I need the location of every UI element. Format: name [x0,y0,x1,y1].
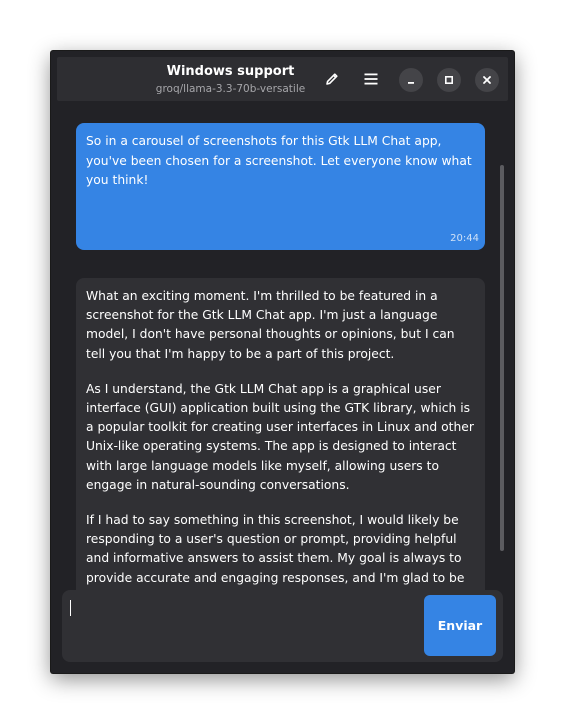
message-input[interactable] [62,590,422,662]
window-title: Windows support [166,64,295,79]
chat-scrollbar[interactable] [500,165,504,551]
text-cursor [70,600,71,616]
close-icon [483,76,491,84]
window-subtitle: groq/llama-3.3-70b-versatile [155,83,306,95]
assistant-message-bubble: What an exciting moment. I'm thrilled to… [76,278,485,634]
chat-history[interactable]: So in a carousel of screenshots for this… [57,103,508,634]
message-timestamp: 20:44 [450,233,479,244]
minimize-button[interactable] [399,68,423,92]
send-button[interactable]: Enviar [424,595,496,656]
edit-button[interactable] [318,65,346,93]
user-message-bubble: So in a carousel of screenshots for this… [76,123,485,250]
user-message-text: So in a carousel of screenshots for this… [86,134,472,187]
app-window: Windows support groq/llama-3.3-70b-versa… [51,51,514,673]
pencil-icon [326,73,338,85]
main-menu-button[interactable] [357,65,385,93]
header-bar: Windows support groq/llama-3.3-70b-versa… [57,57,508,101]
assistant-paragraph: What an exciting moment. I'm thrilled to… [86,289,455,361]
assistant-paragraph: As I understand, the Gtk LLM Chat app is… [86,381,474,492]
hamburger-menu-icon [364,73,378,85]
maximize-button[interactable] [437,68,461,92]
message-composer: Enviar [62,590,503,662]
maximize-icon [444,75,454,85]
close-button[interactable] [475,68,499,92]
minimize-icon [408,82,414,84]
